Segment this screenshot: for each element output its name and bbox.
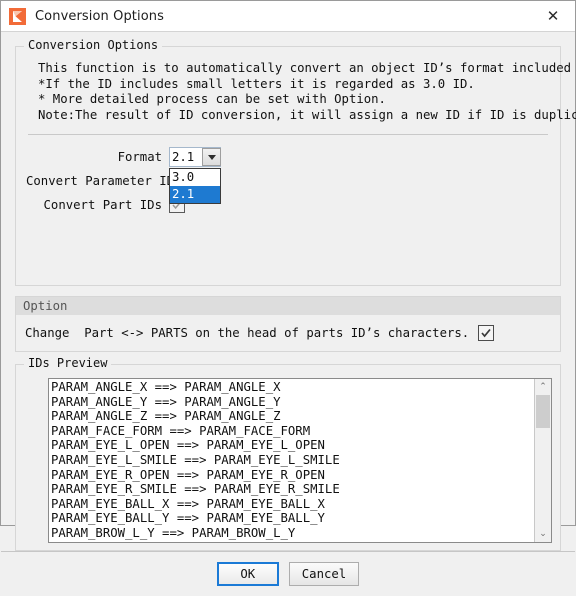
convert-part-ids-label: Convert Part IDs xyxy=(43,198,162,213)
list-item[interactable]: PARAM_BROW_L_Y ==> PARAM_BROW_L_Y xyxy=(51,526,534,541)
change-part-row: Change Part <-> PARTS on the head of par… xyxy=(16,315,560,341)
scroll-down-icon[interactable]: ⌄ xyxy=(535,526,551,542)
close-icon[interactable]: ✕ xyxy=(531,1,575,31)
description-line-2: *If the ID includes small letters it is … xyxy=(38,76,475,91)
format-row: Format 2.1 xyxy=(26,146,550,168)
scrollbar-thumb[interactable] xyxy=(536,395,550,428)
change-part-checkbox[interactable] xyxy=(478,325,495,341)
conversion-options-legend: Conversion Options xyxy=(24,38,163,52)
section-divider xyxy=(28,134,548,136)
convert-part-ids-row: Convert Part IDs xyxy=(26,194,550,216)
description-line-4: Note:The result of ID conversion, it wil… xyxy=(38,107,576,122)
format-label: Format xyxy=(117,150,162,165)
dialog-content: Conversion Options This function is to a… xyxy=(1,32,576,551)
live2d-app-icon xyxy=(9,7,26,25)
format-option-1[interactable]: 2.1 xyxy=(170,186,220,204)
list-item[interactable]: PARAM_ANGLE_Z ==> PARAM_ANGLE_Z xyxy=(51,409,534,424)
ids-preview-list: PARAM_ANGLE_X ==> PARAM_ANGLE_X PARAM_AN… xyxy=(49,379,534,542)
conversion-options-group: Conversion Options This function is to a… xyxy=(15,38,576,286)
list-item[interactable]: PARAM_ANGLE_X ==> PARAM_ANGLE_X xyxy=(51,380,534,395)
cancel-button[interactable]: Cancel xyxy=(288,562,360,586)
list-item[interactable]: PARAM_EYE_BALL_Y ==> PARAM_EYE_BALL_Y xyxy=(51,511,534,526)
dialog-footer: OK Cancel xyxy=(1,551,575,596)
conversion-options-dialog: Conversion Options ✕ Conversion Options … xyxy=(0,0,576,596)
convert-parameter-ids-row: Convert Parameter IDs xyxy=(26,170,550,192)
ids-preview-listbox[interactable]: PARAM_ANGLE_X ==> PARAM_ANGLE_X PARAM_AN… xyxy=(48,378,552,543)
ids-preview-group: IDs Preview PARAM_ANGLE_X ==> PARAM_ANGL… xyxy=(15,356,561,551)
list-item[interactable]: PARAM_EYE_L_OPEN ==> PARAM_EYE_L_OPEN xyxy=(51,438,534,453)
list-item[interactable]: PARAM_EYE_R_SMILE ==> PARAM_EYE_R_SMILE xyxy=(51,482,534,497)
format-combobox-value: 2.1 xyxy=(172,150,195,165)
convert-parameter-ids-label: Convert Parameter IDs xyxy=(26,174,182,189)
scroll-up-icon[interactable]: ⌃ xyxy=(535,379,551,395)
ok-button[interactable]: OK xyxy=(216,562,279,586)
list-item[interactable]: PARAM_EYE_BALL_X ==> PARAM_EYE_BALL_X xyxy=(51,497,534,512)
option-group: Option Change Part <-> PARTS on the head… xyxy=(15,296,561,352)
list-item[interactable]: PARAM_ANGLE_Y ==> PARAM_ANGLE_Y xyxy=(51,395,534,410)
description-line-1: This function is to automatically conver… xyxy=(38,61,572,75)
list-item[interactable]: PARAM_EYE_R_OPEN ==> PARAM_EYE_R_OPEN xyxy=(51,468,534,483)
list-item[interactable]: PARAM_BROW_R_Y ==> PARAM_BROW_R_Y xyxy=(51,541,534,542)
option-banner-label: Option xyxy=(16,297,560,315)
title-bar: Conversion Options ✕ xyxy=(1,1,575,32)
form-rows: Format 2.1 Convert Parameter IDs Convert… xyxy=(26,146,550,216)
ids-preview-legend: IDs Preview xyxy=(24,356,112,370)
format-option-0[interactable]: 3.0 xyxy=(170,169,220,186)
format-dropdown-list[interactable]: 3.0 2.1 xyxy=(169,168,221,205)
format-combobox[interactable]: 2.1 xyxy=(169,147,221,168)
ids-preview-scrollbar[interactable]: ⌃ ⌄ xyxy=(534,379,551,542)
window-title: Conversion Options xyxy=(35,8,164,24)
list-item[interactable]: PARAM_EYE_L_SMILE ==> PARAM_EYE_L_SMILE xyxy=(51,453,534,468)
change-part-label: Change Part <-> PARTS on the head of par… xyxy=(25,326,470,340)
chevron-down-icon[interactable] xyxy=(202,148,221,167)
list-item[interactable]: PARAM_FACE_FORM ==> PARAM_FACE_FORM xyxy=(51,424,534,439)
description-line-3: * More detailed process can be set with … xyxy=(38,92,386,107)
